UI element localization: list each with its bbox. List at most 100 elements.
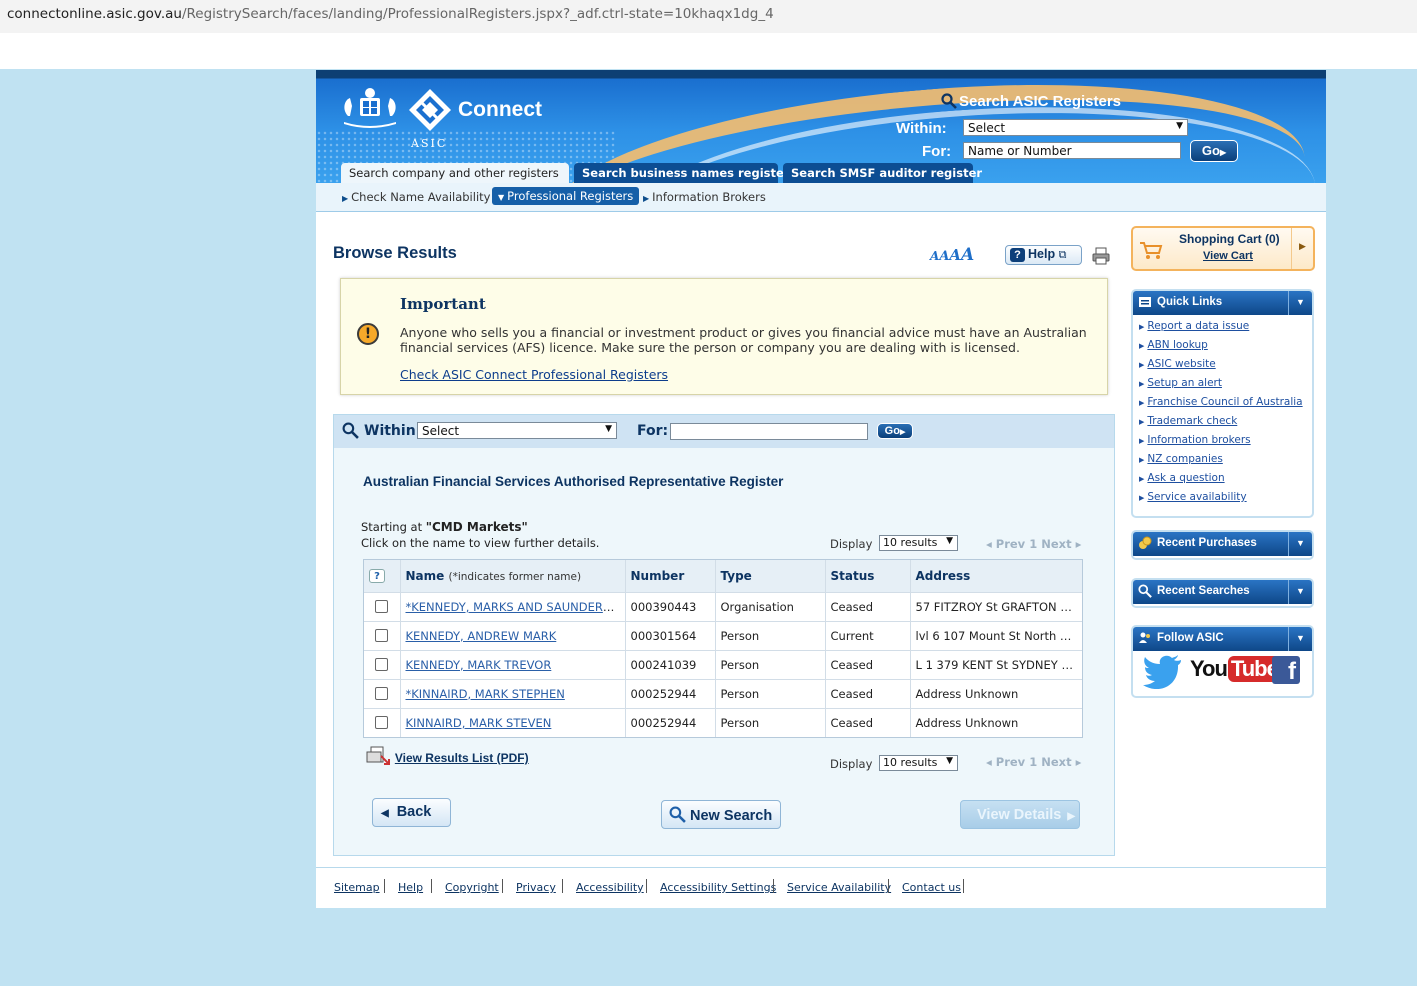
quick-link[interactable]: ▶ Setup an alert bbox=[1139, 377, 1312, 396]
font-size-large-icon[interactable]: A bbox=[949, 246, 961, 264]
arrow-right-icon[interactable]: ▶ bbox=[1291, 228, 1313, 269]
chevron-down-icon: ▼ bbox=[1176, 121, 1183, 131]
panel-within-select[interactable]: Select ▼ bbox=[417, 422, 617, 439]
recent-searches-header[interactable]: Recent Searches ▼ bbox=[1133, 580, 1312, 604]
row-checkbox[interactable] bbox=[375, 629, 388, 642]
search-registers-label: Search ASIC Registers bbox=[959, 93, 1122, 110]
pager-prev[interactable]: ◂ Prev bbox=[986, 755, 1025, 769]
pager-prev-label: Prev bbox=[995, 755, 1026, 769]
twitter-icon[interactable] bbox=[1143, 655, 1183, 689]
triangle-right-icon: ▶ bbox=[1139, 323, 1145, 331]
record-name-link[interactable]: KENNEDY, ANDREW MARK bbox=[406, 629, 557, 643]
quick-link-label: Service availability bbox=[1147, 491, 1247, 503]
site-banner: ASIC Connect Search ASIC Registers Withi… bbox=[316, 70, 1326, 183]
row-checkbox[interactable] bbox=[375, 658, 388, 671]
pdf-export[interactable]: View Results List (PDF) bbox=[365, 746, 529, 769]
panel-go-button[interactable]: Go▶ bbox=[877, 423, 913, 439]
recent-searches-title: Recent Searches bbox=[1157, 585, 1250, 597]
search-icon bbox=[1138, 584, 1152, 598]
chevron-down-icon[interactable]: ▼ bbox=[1288, 532, 1312, 556]
facebook-icon[interactable]: f bbox=[1272, 656, 1300, 685]
number-cell: 000241039 bbox=[625, 649, 716, 679]
subnav-professional-registers[interactable]: ▼ Professional Registers bbox=[492, 187, 640, 205]
status-cell: Ceased bbox=[825, 707, 911, 737]
tab-company-registers[interactable]: Search company and other registers bbox=[341, 163, 569, 183]
tab-smsf-auditor[interactable]: Search SMSF auditor register bbox=[783, 163, 982, 183]
panel-search-input[interactable] bbox=[670, 423, 868, 440]
row-checkbox[interactable] bbox=[375, 687, 388, 700]
view-results-pdf-link[interactable]: View Results List (PDF) bbox=[395, 751, 529, 765]
check-professional-registers-link[interactable]: Check ASIC Connect Professional Register… bbox=[400, 367, 668, 382]
record-name-link[interactable]: *KENNEDY, MARKS AND SAUNDERS PTY LTD bbox=[406, 600, 625, 614]
footer-service-availability-link[interactable]: Service Availability bbox=[787, 881, 891, 894]
footer-divider bbox=[646, 879, 647, 893]
row-checkbox[interactable] bbox=[375, 600, 388, 613]
recent-purchases-header[interactable]: Recent Purchases ▼ bbox=[1133, 532, 1312, 556]
display-value: 10 results bbox=[883, 536, 938, 549]
recent-purchases-box: Recent Purchases ▼ bbox=[1131, 530, 1314, 560]
follow-asic-header[interactable]: Follow ASIC ▼ bbox=[1133, 627, 1312, 651]
header-within-select[interactable]: Select ▼ bbox=[963, 119, 1188, 136]
subnav-check-name[interactable]: ▶ Check Name Availability bbox=[342, 190, 490, 204]
quick-link[interactable]: ▶ ABN lookup bbox=[1139, 339, 1312, 358]
footer-contact-link[interactable]: Contact us bbox=[902, 881, 961, 894]
font-size-controls[interactable]: AAAA bbox=[930, 245, 974, 265]
address-bar[interactable]: connectonline.asic.gov.au/RegistrySearch… bbox=[0, 0, 1417, 33]
footer-sitemap-link[interactable]: Sitemap bbox=[334, 881, 380, 894]
quick-link[interactable]: ▶ Service availability bbox=[1139, 491, 1312, 510]
font-size-xlarge-icon[interactable]: A bbox=[961, 245, 974, 265]
row-checkbox[interactable] bbox=[375, 716, 388, 730]
print-icon[interactable] bbox=[1092, 247, 1110, 265]
social-links: You Tube f bbox=[1133, 651, 1312, 695]
font-size-medium-icon[interactable]: A bbox=[939, 249, 949, 264]
results-table: ? Name (*indicates former name) Number T… bbox=[363, 559, 1083, 738]
pager-top: ◂ Prev 1 Next ▸ bbox=[986, 537, 1081, 551]
header-go-button[interactable]: Go▶ bbox=[1190, 140, 1238, 162]
display-label: Display bbox=[830, 537, 873, 551]
view-cart-link[interactable]: View Cart bbox=[1203, 250, 1253, 262]
exclamation-icon: ! bbox=[357, 323, 379, 345]
name-cell: *KENNEDY, MARKS AND SAUNDERS PTY LTD bbox=[400, 591, 626, 621]
quick-link[interactable]: ▶ Trademark check bbox=[1139, 415, 1312, 434]
pager-next[interactable]: Next ▸ bbox=[1041, 755, 1081, 769]
pager-prev[interactable]: ◂ Prev bbox=[986, 537, 1025, 551]
view-details-button[interactable]: View Details ▶ bbox=[960, 800, 1080, 829]
header-search-input[interactable]: Name or Number bbox=[963, 142, 1181, 159]
quick-link-label: Ask a question bbox=[1147, 472, 1225, 484]
table-row: *KENNEDY, MARKS AND SAUNDERS PTY LTD0003… bbox=[364, 591, 1082, 621]
help-button[interactable]: ? Help ⧉ bbox=[1005, 245, 1082, 265]
tab-business-names[interactable]: Search business names register bbox=[574, 163, 789, 183]
footer-help-link[interactable]: Help bbox=[398, 881, 423, 894]
footer-privacy-link[interactable]: Privacy bbox=[516, 881, 556, 894]
youtube-icon[interactable]: You Tube bbox=[1190, 656, 1281, 682]
status-column-header: Status bbox=[825, 560, 911, 592]
quick-link[interactable]: ▶ Franchise Council of Australia bbox=[1139, 396, 1312, 415]
quick-link[interactable]: ▶ Ask a question bbox=[1139, 472, 1312, 491]
record-name-link[interactable]: KENNEDY, MARK TREVOR bbox=[406, 658, 552, 672]
chevron-down-icon[interactable]: ▼ bbox=[1288, 627, 1312, 651]
footer-accessibility-settings-link[interactable]: Accessibility Settings bbox=[660, 881, 776, 894]
back-button[interactable]: ◀ Back bbox=[372, 798, 451, 827]
chevron-down-icon[interactable]: ▼ bbox=[1288, 580, 1312, 604]
question-icon[interactable]: ? bbox=[369, 569, 385, 584]
record-name-link[interactable]: KINNAIRD, MARK STEVEN bbox=[406, 716, 552, 730]
quick-link[interactable]: ▶ NZ companies bbox=[1139, 453, 1312, 472]
pager-next[interactable]: Next ▸ bbox=[1041, 537, 1081, 551]
display-select-top[interactable]: 10 results ▼ bbox=[879, 535, 959, 551]
shopping-cart-box[interactable]: Shopping Cart (0) View Cart ▶ bbox=[1131, 226, 1315, 271]
footer-accessibility-link[interactable]: Accessibility bbox=[576, 881, 644, 894]
type-column-header: Type bbox=[715, 560, 826, 592]
chevron-down-icon[interactable]: ▼ bbox=[1288, 291, 1312, 315]
quick-link[interactable]: ▶ Information brokers bbox=[1139, 434, 1312, 453]
footer-copyright-link[interactable]: Copyright bbox=[445, 881, 499, 894]
pager-page: 1 bbox=[1029, 537, 1038, 551]
quick-links-header[interactable]: Quick Links ▼ bbox=[1133, 291, 1312, 315]
quick-link[interactable]: ▶ Report a data issue bbox=[1139, 320, 1312, 339]
subnav-information-brokers[interactable]: ▶ Information Brokers bbox=[643, 190, 766, 204]
quick-link[interactable]: ▶ ASIC website bbox=[1139, 358, 1312, 377]
record-name-link[interactable]: *KINNAIRD, MARK STEPHEN bbox=[406, 687, 565, 701]
font-size-small-icon[interactable]: A bbox=[930, 249, 939, 263]
display-select-bottom[interactable]: 10 results ▼ bbox=[879, 755, 959, 771]
starting-prefix: Starting at bbox=[361, 520, 426, 534]
new-search-button[interactable]: New Search bbox=[661, 800, 781, 829]
